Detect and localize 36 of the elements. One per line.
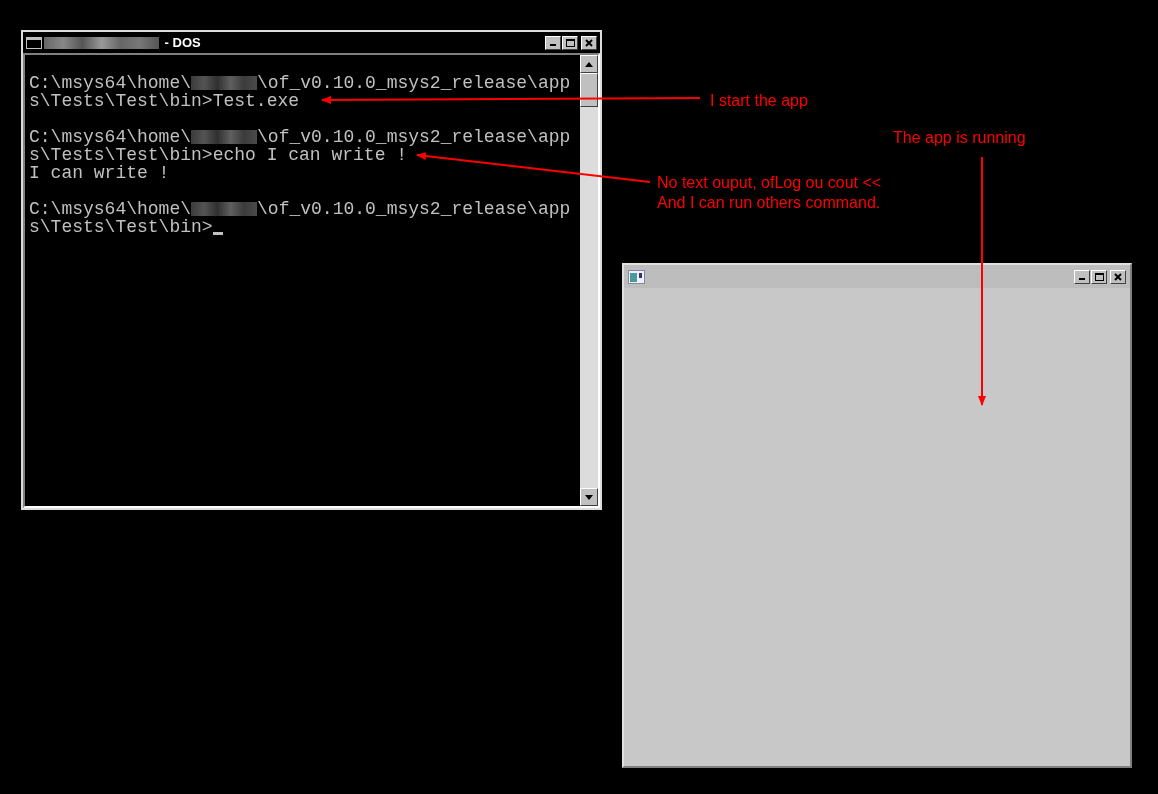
close-button[interactable] — [581, 35, 597, 50]
scroll-thumb[interactable] — [580, 73, 598, 107]
console-text: s\Tests\Test\bin>Test.exe — [29, 92, 300, 110]
up-arrow-icon — [585, 61, 593, 67]
redacted-block — [191, 76, 258, 90]
maximize-button[interactable] — [1091, 269, 1107, 284]
annotation-text: The app is running — [893, 128, 1026, 148]
scroll-up-button[interactable] — [580, 55, 598, 73]
console-text: I can write ! — [29, 164, 170, 182]
console-text: s\Tests\Test\bin>echo I can write ! — [29, 146, 408, 164]
annotation-text: No text ouput, ofLog ou cout << And I can run others command. — [657, 173, 882, 213]
scroll-down-button[interactable] — [580, 488, 598, 506]
scrollbar[interactable] — [580, 55, 598, 506]
console-app-icon — [26, 36, 42, 49]
annotation-text: I start the app — [710, 91, 808, 111]
down-arrow-icon — [585, 494, 593, 500]
minimize-icon — [1079, 278, 1085, 280]
minimize-icon — [550, 44, 556, 46]
close-icon — [1114, 272, 1122, 281]
redacted-block — [191, 202, 258, 216]
console-text: \of_v0.10.0_msys2_release\app — [257, 128, 571, 146]
window-title: - DOS — [163, 33, 201, 52]
close-icon — [585, 38, 593, 47]
close-button[interactable] — [1110, 269, 1126, 284]
console-text: \of_v0.10.0_msys2_release\app — [257, 200, 571, 218]
console-text: C:\msys64\home\ — [29, 74, 192, 92]
console-text: s\Tests\Test\bin> — [29, 218, 213, 236]
console-text: \of_v0.10.0_msys2_release\app — [257, 74, 571, 92]
minimize-button[interactable] — [545, 35, 561, 50]
console-text: C:\msys64\home\ — [29, 200, 192, 218]
minimize-button[interactable] — [1074, 269, 1090, 284]
maximize-icon — [565, 38, 575, 47]
maximize-button[interactable] — [562, 35, 578, 50]
maximize-icon — [1094, 272, 1104, 281]
redacted-block — [191, 130, 258, 144]
console-text: C:\msys64\home\ — [29, 128, 192, 146]
